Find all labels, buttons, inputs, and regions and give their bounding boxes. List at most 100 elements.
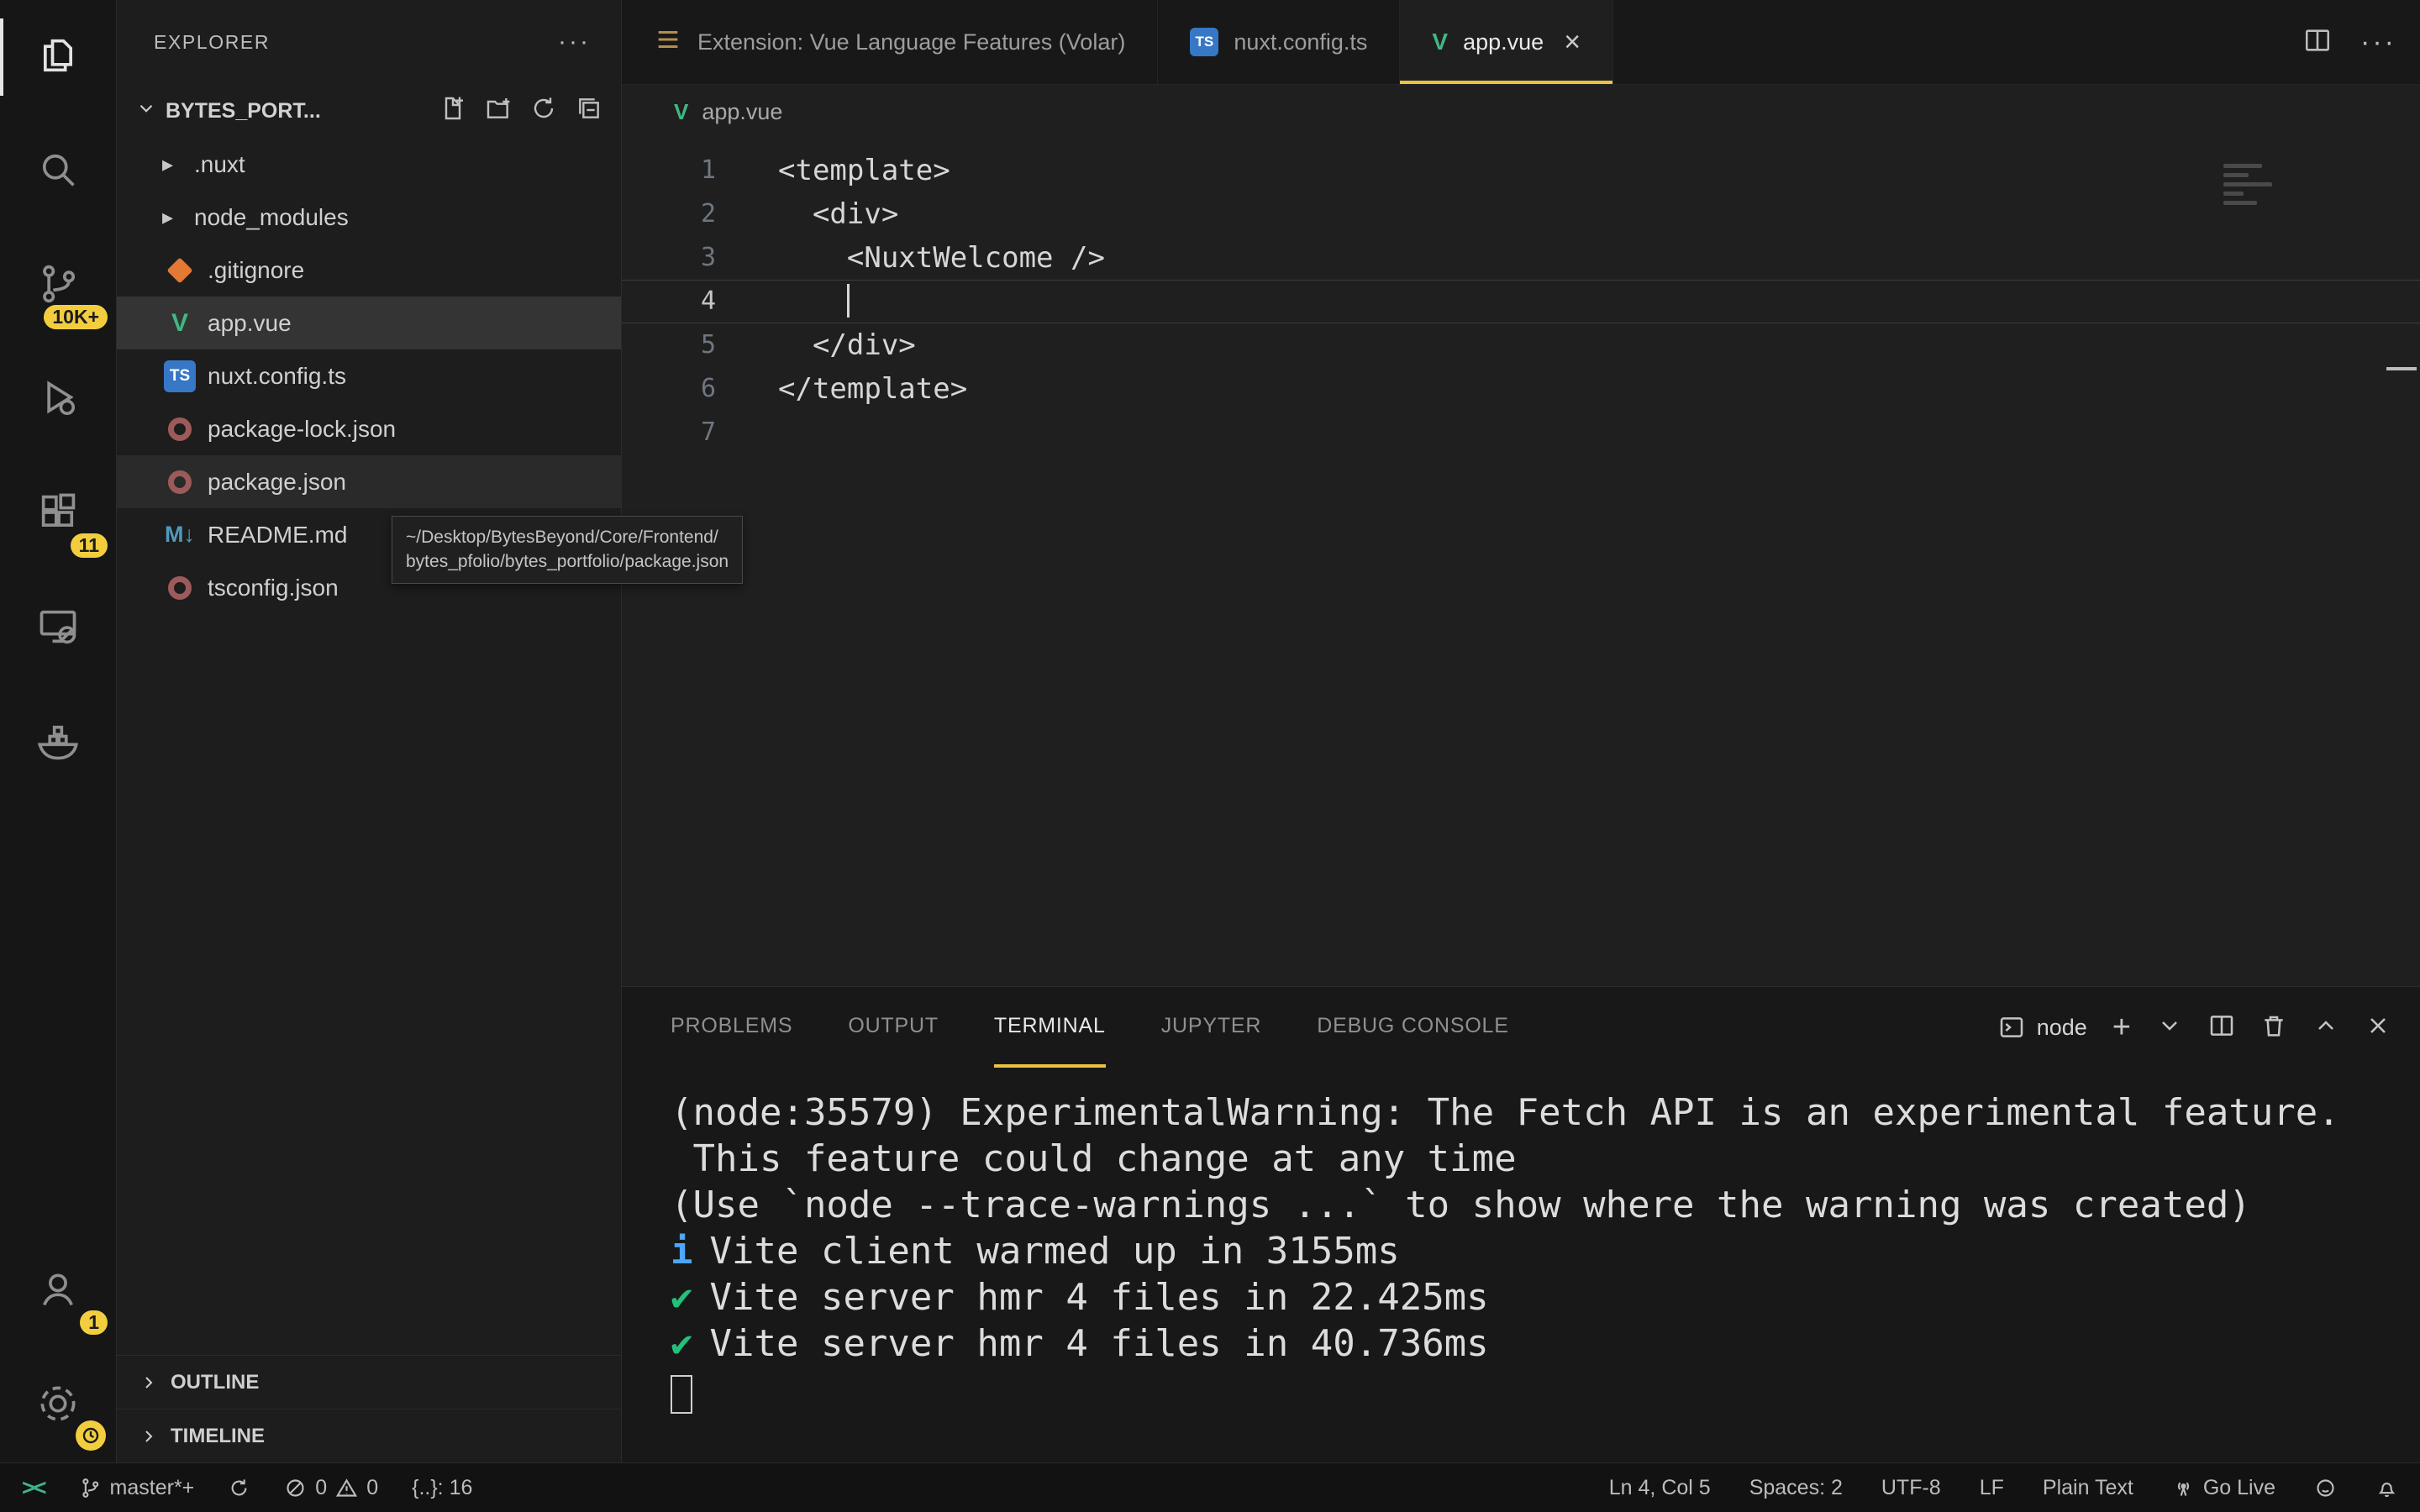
sync-changes-button[interactable] — [228, 1477, 250, 1499]
line-text: <NuxtWelcome /> — [778, 241, 1105, 275]
file-name: README.md — [208, 521, 348, 548]
new-file-icon[interactable] — [439, 95, 466, 128]
close-panel-icon[interactable] — [2365, 1012, 2391, 1043]
split-editor-icon[interactable] — [2303, 26, 2332, 59]
file-name: .gitignore — [208, 256, 305, 283]
vue-file-icon: V — [171, 308, 188, 337]
eol-status[interactable]: LF — [1980, 1476, 2004, 1500]
json-file-icon — [162, 575, 197, 600]
timeline-section-header[interactable]: TIMELINE — [117, 1409, 621, 1462]
explorer-actions — [439, 95, 602, 128]
terminal-output[interactable]: (node:35579) ExperimentalWarning: The Fe… — [622, 1068, 2420, 1414]
tab-terminal[interactable]: TERMINAL — [993, 987, 1106, 1068]
encoding-status[interactable]: UTF-8 — [1881, 1476, 1941, 1500]
git-branch-status[interactable]: master*+ — [79, 1475, 195, 1500]
explorer-activity-button[interactable] — [0, 0, 116, 114]
tab-jupyter[interactable]: JUPYTER — [1161, 987, 1262, 1068]
code-line: 2 <div> — [622, 192, 2420, 236]
clock-badge-icon — [76, 1420, 106, 1451]
extensions-activity-button[interactable]: 11 — [0, 457, 116, 571]
collapse-all-icon[interactable] — [576, 95, 602, 128]
breadcrumb[interactable]: V app.vue — [622, 85, 2420, 139]
source-control-badge: 10K+ — [44, 305, 108, 329]
tree-item-gitignore[interactable]: .gitignore — [117, 244, 621, 297]
tree-item-package-json[interactable]: package.json — [117, 455, 621, 508]
feedback-icon[interactable] — [2314, 1477, 2337, 1499]
tab-debug-console[interactable]: DEBUG CONSOLE — [1317, 987, 1509, 1068]
breadcrumb-file: app.vue — [702, 98, 783, 124]
settings-button[interactable] — [0, 1348, 116, 1462]
remote-indicator[interactable]: >< — [22, 1475, 47, 1501]
editor-group: Extension: Vue Language Features (Volar)… — [622, 0, 2420, 1462]
search-activity-button[interactable] — [0, 114, 116, 228]
bell-icon[interactable] — [2375, 1477, 2398, 1499]
new-folder-icon[interactable] — [485, 95, 512, 128]
go-live-button[interactable]: Go Live — [2172, 1476, 2275, 1500]
line-number: 1 — [700, 155, 716, 185]
status-bar-right: Ln 4, Col 5 Spaces: 2 UTF-8 LF Plain Tex… — [1609, 1476, 2398, 1500]
terminal-line: i Vite client warmed up in 3155ms — [671, 1230, 1400, 1273]
accounts-button[interactable]: 1 — [0, 1234, 116, 1348]
go-live-label: Go Live — [2202, 1475, 2275, 1499]
tree-item-nuxt-folder[interactable]: ▸ .nuxt — [117, 138, 621, 191]
workspace-section-header[interactable]: BYTES_PORT... — [117, 84, 621, 138]
snippet-indicator[interactable]: {..}: 16 — [412, 1476, 472, 1500]
run-debug-activity-button[interactable] — [0, 343, 116, 457]
refresh-icon[interactable] — [530, 95, 557, 128]
indentation-status[interactable]: Spaces: 2 — [1749, 1476, 1843, 1500]
tooltip-line: ~/Desktop/BytesBeyond/Core/Frontend/ — [406, 528, 718, 547]
line-text: </template> — [778, 372, 968, 406]
tab-app-vue[interactable]: V app.vue × — [1400, 0, 1614, 84]
trash-icon[interactable] — [2260, 1012, 2287, 1043]
vscode-window: 10K+ 11 1 EXPLORER ··· BYTES_PORT... ▸ .… — [0, 0, 2420, 1512]
overview-ruler-marker — [2386, 367, 2417, 370]
terminal-shell-selector[interactable]: node — [1998, 1014, 2087, 1041]
bottom-panel: PROBLEMS OUTPUT TERMINAL JUPYTER DEBUG C… — [622, 986, 2420, 1462]
line-text: <div> — [778, 197, 899, 231]
panel-actions: node + — [1998, 987, 2391, 1068]
code-line: 6 </template> — [622, 367, 2420, 411]
terminal-line: (Use `node --trace-warnings ...` to show… — [671, 1184, 2251, 1226]
cursor-position-status[interactable]: Ln 4, Col 5 — [1609, 1476, 1711, 1500]
problems-status[interactable]: 0 0 — [284, 1476, 378, 1500]
code-editor[interactable]: 1 <template> 2 <div> 3 <NuxtWelcome /> 4 — [622, 139, 2420, 986]
outline-section-header[interactable]: OUTLINE — [117, 1355, 621, 1409]
tree-item-app-vue[interactable]: V app.vue — [117, 297, 621, 349]
line-text — [778, 285, 847, 318]
line-number: 7 — [700, 417, 716, 447]
docker-activity-button[interactable] — [0, 685, 116, 800]
code-line: 3 <NuxtWelcome /> — [622, 236, 2420, 280]
panel-tab-bar: PROBLEMS OUTPUT TERMINAL JUPYTER DEBUG C… — [622, 987, 2420, 1068]
explorer-more-actions-icon[interactable]: ··· — [558, 28, 591, 56]
chevron-up-icon[interactable] — [2312, 1012, 2339, 1043]
terminal-icon — [2000, 1017, 2023, 1037]
tab-output[interactable]: OUTPUT — [848, 987, 939, 1068]
code-line-current: 4 — [622, 280, 2420, 323]
git-branch-icon — [82, 1478, 98, 1498]
branch-label: master*+ — [109, 1475, 195, 1499]
source-control-activity-button[interactable]: 10K+ — [0, 228, 116, 343]
more-actions-icon[interactable]: ··· — [2360, 26, 2396, 59]
close-icon[interactable]: × — [1564, 26, 1581, 59]
docker-icon — [36, 719, 80, 767]
tab-extension-volar[interactable]: Extension: Vue Language Features (Volar) — [622, 0, 1159, 84]
text-cursor — [846, 283, 850, 318]
tab-problems[interactable]: PROBLEMS — [671, 987, 792, 1068]
tree-item-nuxt-config[interactable]: TS nuxt.config.ts — [117, 349, 621, 402]
tab-label: nuxt.config.ts — [1234, 29, 1368, 55]
remote-explorer-activity-button[interactable] — [0, 571, 116, 685]
new-terminal-icon[interactable]: + — [2112, 1011, 2131, 1043]
tooltip-line: bytes_pfolio/bytes_portfolio/package.jso… — [406, 552, 729, 572]
explorer-title: EXPLORER — [154, 30, 271, 53]
minimap[interactable] — [2223, 164, 2277, 210]
split-terminal-icon[interactable] — [2208, 1012, 2235, 1043]
tree-item-node-modules-folder[interactable]: ▸ node_modules — [117, 191, 621, 244]
chevron-down-icon — [135, 97, 157, 125]
tab-nuxt-config[interactable]: TS nuxt.config.ts — [1158, 0, 1401, 84]
language-mode-status[interactable]: Plain Text — [2043, 1476, 2133, 1500]
chevron-down-icon[interactable] — [2156, 1012, 2183, 1043]
json-file-icon — [162, 417, 197, 441]
typescript-file-icon: TS — [1190, 28, 1219, 56]
tree-item-package-lock-json[interactable]: package-lock.json — [117, 402, 621, 455]
error-count: 0 — [315, 1475, 328, 1499]
